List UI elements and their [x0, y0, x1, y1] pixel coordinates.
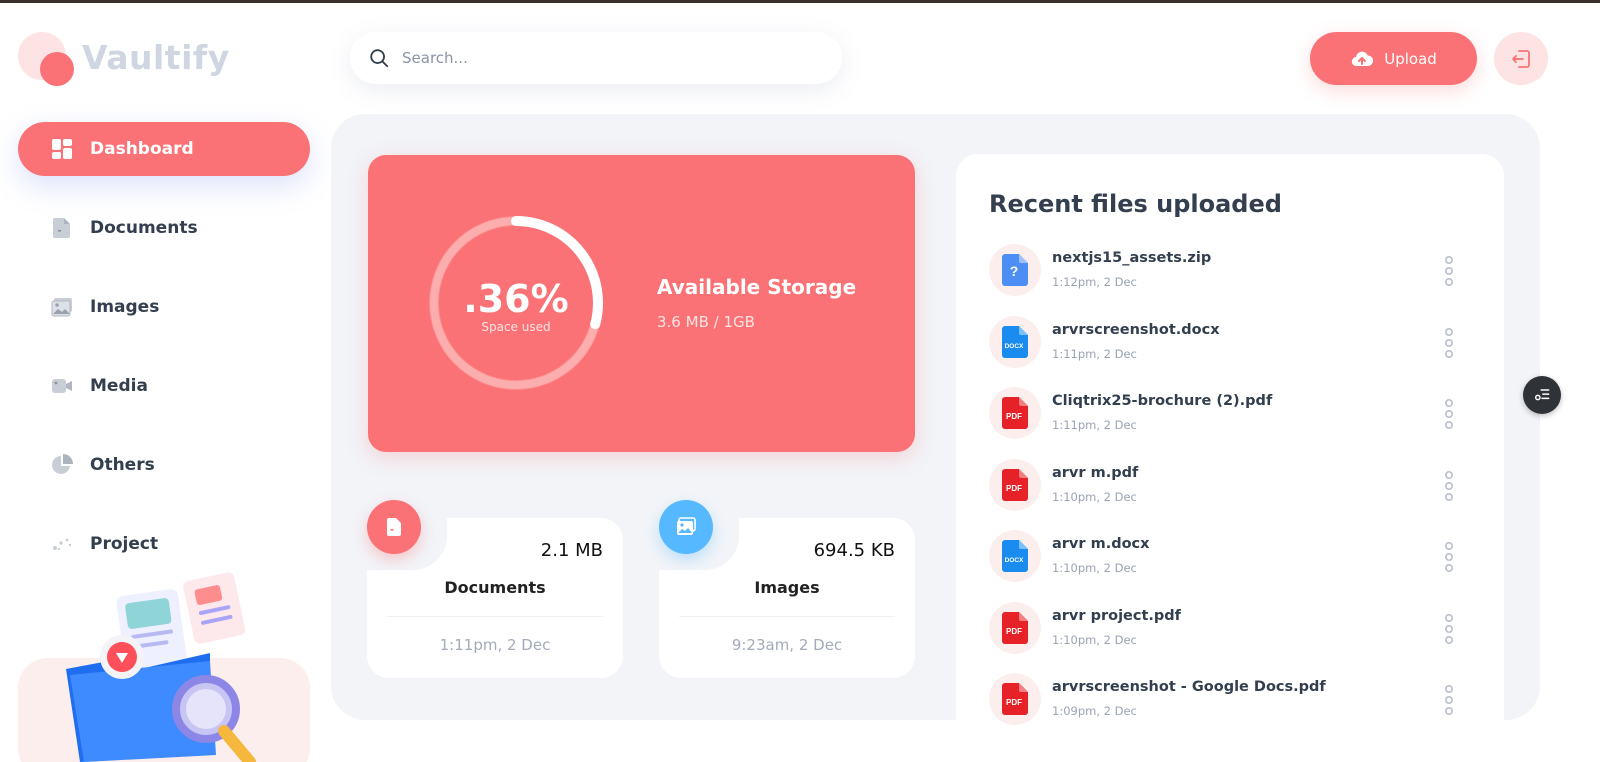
more-options-icon[interactable] [1441, 469, 1457, 503]
sidebar-item-label: Project [90, 534, 159, 554]
pdf-file-icon: PDF [989, 601, 1041, 654]
storage-percent: .36% [463, 277, 569, 321]
file-date: 1:10pm, 2 Dec [1052, 632, 1137, 647]
sidebar-item-media[interactable]: Media [18, 359, 310, 413]
divider [679, 616, 895, 617]
more-options-icon[interactable] [1441, 254, 1457, 288]
file-date: 1:12pm, 2 Dec [1052, 275, 1137, 289]
pdf-file-icon: PDF [989, 673, 1041, 725]
file-name: arvr m.docx [1052, 536, 1150, 552]
cloud-upload-icon [1352, 51, 1374, 66]
search-icon [370, 49, 389, 68]
file-row[interactable]: PDF arvrscreenshot - Google Docs.pdf 1:09p… [989, 673, 1479, 745]
file-name: arvrscreenshot.docx [1052, 321, 1220, 338]
sidebar-item-label: Others [90, 455, 155, 475]
settings-list-icon [1534, 389, 1550, 401]
file-name: arvrscreenshot - Google Docs.pdf [1052, 679, 1326, 695]
file-type-label: PDF [1006, 484, 1022, 493]
docx-file-icon: DOCX [989, 315, 1041, 368]
file-date: 1:11pm, 2 Dec [1052, 346, 1137, 361]
file-row[interactable]: DOCX arvrscreenshot.docx 1:11pm, 2 Dec [989, 315, 1479, 388]
sidebar-item-label: Documents [90, 218, 198, 238]
file-row[interactable]: ? nextjs15_assets.zip 1:12pm, 2 Dec [989, 244, 1479, 316]
logout-icon [1512, 49, 1530, 68]
summary-size: 2.1 MB [540, 540, 603, 561]
file-row[interactable]: DOCX arvr m.docx 1:10pm, 2 Dec [989, 530, 1479, 602]
file-name: Cliqtrix25-brochure (2).pdf [1052, 393, 1273, 409]
storage-title: Available Storage [657, 275, 857, 299]
sidebar-item-documents[interactable]: Documents [18, 201, 310, 255]
upload-button-label: Upload [1384, 49, 1437, 68]
more-options-icon[interactable] [1441, 612, 1457, 646]
images-icon [659, 500, 713, 554]
files-illustration-icon [66, 572, 256, 762]
sidebar-nav: Dashboard Documents Images Media Others … [18, 122, 310, 596]
file-type-label: PDF [1006, 627, 1022, 636]
more-options-icon[interactable] [1441, 683, 1457, 717]
sidebar-item-dashboard[interactable]: Dashboard [18, 122, 310, 176]
more-options-icon[interactable] [1441, 326, 1457, 360]
more-options-icon[interactable] [1441, 540, 1457, 574]
file-date: 1:10pm, 2 Dec [1052, 489, 1137, 504]
sidebar-item-label: Dashboard [90, 139, 194, 159]
summary-date: 9:23am, 2 Dec [731, 636, 843, 654]
pdf-file-icon: PDF [989, 387, 1041, 439]
project-icon [50, 532, 74, 556]
storage-value: 3.6 MB / 1GB [657, 313, 755, 331]
document-icon [367, 500, 421, 554]
file-date: 1:11pm, 2 Dec [1052, 418, 1137, 432]
floating-menu-button[interactable] [1523, 376, 1561, 414]
file-row[interactable]: PDF arvr project.pdf 1:10pm, 2 Dec [989, 601, 1479, 674]
divider [387, 616, 603, 617]
upload-button[interactable]: Upload [1310, 32, 1477, 85]
storage-percent-caption: Space used [481, 320, 551, 334]
dashboard-icon [50, 137, 74, 161]
storage-card: .36% Space used Available Storage 3.6 MB… [368, 155, 915, 452]
pie-chart-icon [50, 453, 74, 477]
file-date: 1:09pm, 2 Dec [1052, 704, 1137, 718]
app-name: Vaultify [82, 38, 230, 77]
sidebar-item-label: Media [90, 376, 148, 396]
file-date: 1:10pm, 2 Dec [1052, 561, 1137, 575]
sidebar-item-others[interactable]: Others [18, 438, 310, 492]
summary-label: Documents [444, 578, 546, 597]
file-name: nextjs15_assets.zip [1052, 250, 1212, 266]
images-icon [50, 295, 74, 319]
sidebar-item-project[interactable]: Project [18, 517, 310, 571]
recent-files-list: ? nextjs15_assets.zip 1:12pm, 2 Dec DOCX arv… [989, 244, 1479, 745]
search-input[interactable] [402, 49, 802, 67]
file-type-label: PDF [1006, 698, 1022, 707]
pdf-file-icon: PDF [989, 458, 1041, 511]
recent-files-panel: Recent files uploaded ? nextjs15_assets.z… [956, 154, 1504, 725]
summary-size: 694.5 KB [813, 540, 895, 561]
logout-button[interactable] [1494, 32, 1548, 85]
file-name: arvr project.pdf [1052, 607, 1181, 624]
search-bar[interactable] [350, 32, 842, 84]
sidebar-item-images[interactable]: Images [18, 280, 310, 334]
file-row[interactable]: PDF Cliqtrix25-brochure (2).pdf 1:11pm, 2 … [989, 387, 1479, 459]
unknown-file-icon: ? [989, 244, 1041, 296]
video-icon [50, 374, 74, 398]
summary-label: Images [754, 578, 820, 597]
recent-files-title: Recent files uploaded [989, 190, 1282, 218]
file-type-label: ? [1010, 263, 1019, 279]
docx-file-icon: DOCX [989, 530, 1041, 582]
app-logo[interactable]: Vaultify [18, 32, 248, 88]
sidebar-item-label: Images [90, 297, 160, 317]
file-type-label: DOCX [1005, 557, 1024, 564]
file-row[interactable]: PDF arvr m.pdf 1:10pm, 2 Dec [989, 458, 1479, 531]
window-top-border [0, 0, 1600, 3]
file-type-label: PDF [1006, 412, 1022, 421]
file-type-label: DOCX [1005, 343, 1024, 350]
logo-mark-icon [18, 32, 76, 88]
document-icon [50, 216, 74, 240]
more-options-icon[interactable] [1441, 397, 1457, 431]
file-name: arvr m.pdf [1052, 464, 1139, 481]
summary-date: 1:11pm, 2 Dec [439, 636, 551, 654]
